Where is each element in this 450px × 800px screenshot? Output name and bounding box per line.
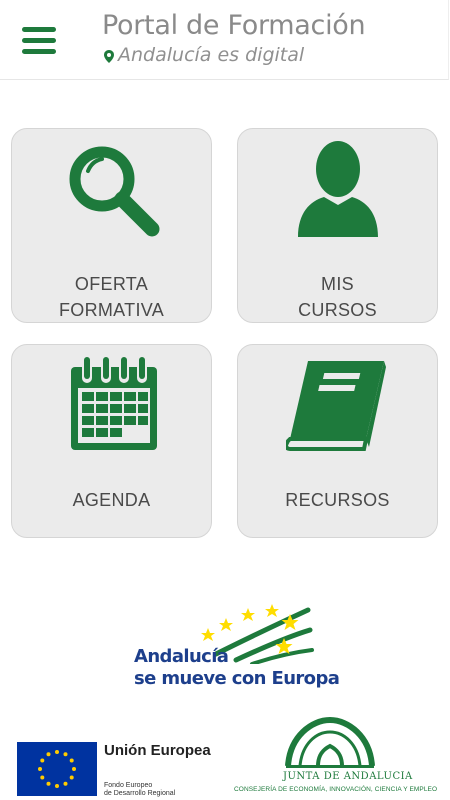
- eu-star: [55, 784, 59, 788]
- eu-star: [69, 775, 74, 780]
- search-icon: [69, 146, 160, 237]
- tile-mis-cursos[interactable]: MIS CURSOS: [237, 128, 438, 323]
- eu-name: Unión Europea: [104, 742, 211, 759]
- tile-label: OFERTA FORMATIVA: [58, 274, 165, 320]
- book-icon: [286, 361, 386, 451]
- junta-andalucia-logo: [285, 716, 375, 768]
- eu-flag-icon: [17, 742, 97, 796]
- eu-fund-text: Fondo Europeo de Desarrollo Regional: [104, 782, 176, 797]
- hamburger-menu-icon[interactable]: [22, 24, 58, 56]
- eu-star: [55, 750, 59, 754]
- tile-label: AGENDA: [72, 490, 151, 510]
- tile-label: MIS CURSOS: [298, 274, 377, 320]
- tagline-text: Andalucía es digital: [118, 44, 305, 66]
- app-header: Portal de Formación Andalucía es digital: [0, 0, 449, 80]
- eu-star: [63, 752, 68, 757]
- junta-name: JUNTA DE ANDALUCIA: [283, 771, 413, 782]
- eu-star: [38, 767, 42, 771]
- tile-label: RECURSOS: [285, 490, 390, 510]
- eu-star: [63, 781, 68, 786]
- junta-consejeria: CONSEJERÍA DE ECONOMÍA, INNOVACIÓN, CIEN…: [234, 786, 438, 793]
- app-tagline: Andalucía es digital: [104, 44, 304, 66]
- eu-star: [72, 767, 76, 771]
- tile-recursos[interactable]: RECURSOS: [237, 344, 438, 538]
- eu-star: [40, 758, 45, 763]
- tile-agenda[interactable]: AGENDA: [11, 344, 212, 538]
- app-title: Portal de Formación: [102, 10, 366, 41]
- eu-star: [46, 752, 51, 757]
- location-pin-icon: [104, 50, 114, 63]
- eu-star: [46, 781, 51, 786]
- eu-star: [40, 775, 45, 780]
- andalucia-europa-text: Andalucía se mueve con Europa: [134, 646, 340, 689]
- tile-oferta-formativa[interactable]: OFERTA FORMATIVA: [11, 128, 212, 323]
- user-icon: [298, 141, 378, 237]
- eu-star: [69, 758, 74, 763]
- calendar-icon: [71, 357, 157, 450]
